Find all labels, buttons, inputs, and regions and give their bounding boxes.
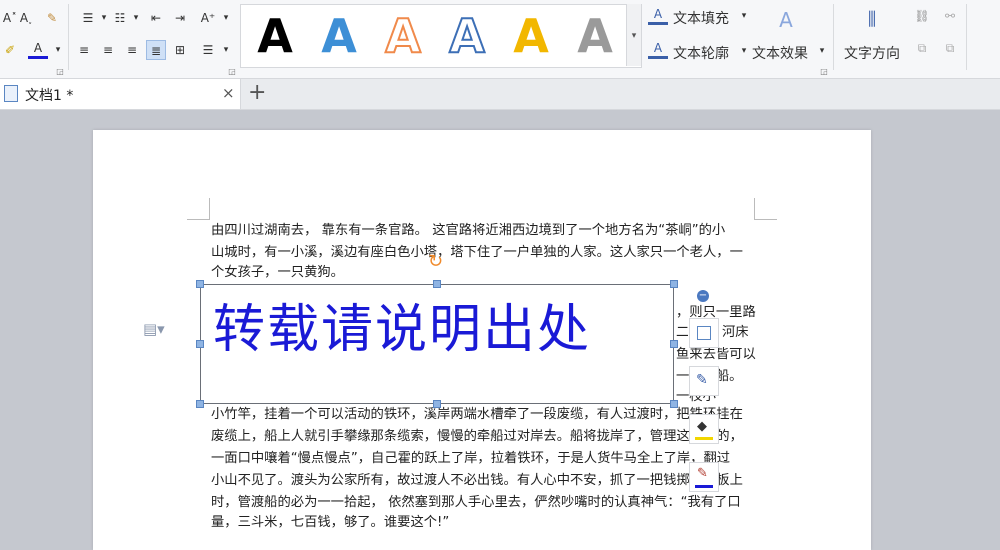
text-outline-icon[interactable]: A (648, 40, 668, 59)
document-tab-title: 文档1 * (25, 88, 74, 104)
align-right-icon[interactable]: ≡ (122, 40, 142, 60)
resize-handle-top[interactable] (433, 280, 441, 288)
wordart-style-solid-gold[interactable]: A (503, 11, 559, 61)
text-line[interactable]: 量，三斗米，七百钱，够了。谁要这个!” (211, 512, 756, 534)
highlight-icon[interactable]: ✐ (0, 40, 20, 60)
gallery-more-button[interactable]: ▾ (626, 4, 641, 66)
chevron-down-icon[interactable]: ▾ (126, 8, 146, 28)
text-line-fragment[interactable]: 河床 (722, 322, 756, 344)
text-fill-icon[interactable]: A (648, 6, 668, 25)
clear-format-icon[interactable]: ✎ (42, 8, 62, 28)
pencil-icon: ✎ (697, 466, 708, 481)
edit-shape-button[interactable]: ✎ (689, 366, 719, 396)
wordart-style-solid-black[interactable]: A (247, 11, 303, 61)
text-direction-icon[interactable]: ⫼ (862, 10, 882, 30)
rotate-handle-icon[interactable]: ↻ (428, 253, 443, 271)
decrease-indent-icon[interactable]: ⇤ (146, 8, 166, 28)
layout-icon (697, 326, 711, 340)
fill-color-bar (695, 437, 713, 440)
chevron-down-icon[interactable]: ▾ (734, 6, 754, 26)
backward-icon[interactable]: ⧉ (940, 38, 960, 58)
resize-handle-bottom-left[interactable] (196, 400, 204, 408)
resize-handle-right[interactable] (670, 340, 678, 348)
fill-button[interactable]: ◆ (689, 414, 719, 444)
wordart-style-gallery: A A A A A A (240, 4, 642, 68)
text-line[interactable]: 时，管渡船的必为一一拾起， 依然塞到那人手心里去，俨然吵嘴时的认真神气：“我有了… (211, 492, 756, 514)
document-icon (4, 85, 18, 102)
chevron-down-icon[interactable]: ▾ (216, 40, 236, 60)
text-effect-icon[interactable]: A (776, 10, 796, 30)
separator (833, 4, 834, 70)
separator (68, 4, 69, 70)
resize-handle-top-right[interactable] (670, 280, 678, 288)
wordart-style-solid-blue[interactable]: A (311, 11, 367, 61)
separator (966, 4, 967, 70)
text-effect-button[interactable]: 文本效果 (752, 43, 808, 63)
link-icon[interactable]: ⛓ (912, 6, 932, 26)
justify-icon[interactable]: ≣ (146, 40, 166, 60)
wordart-text[interactable]: 转载请说明出处 (213, 295, 591, 365)
line-spacing-icon[interactable]: ☰ (198, 40, 218, 60)
pen-icon: ✎ (696, 372, 708, 388)
font-color-icon[interactable]: A (28, 40, 48, 59)
align-center-icon[interactable]: ≡ (98, 40, 118, 60)
text-line[interactable]: 废缆上，船上人就引手攀缘那条缆索，慢慢的牵船过对岸去。船将拢岸了，管理这渡船的， (211, 426, 756, 448)
increase-indent-icon[interactable]: ⇥ (170, 8, 190, 28)
text-line[interactable]: 山城时，有一小溪，溪边有座白色小塔，塔下住了一户单独的人家。这人家只一个老人，一 (211, 242, 756, 264)
wordart-style-gradient-gray[interactable]: A (567, 11, 623, 61)
subscript-icon[interactable]: A˯ (16, 8, 36, 28)
document-tab-bar: 文档1 * × + (0, 79, 1000, 110)
text-fill-button[interactable]: 文本填充 (673, 8, 729, 28)
chevron-down-icon[interactable]: ▾ (734, 41, 754, 61)
margin-mark (754, 198, 755, 220)
unlink-icon[interactable]: ⚯ (940, 6, 960, 26)
align-left-icon[interactable]: ≡ (74, 40, 94, 60)
resize-handle-top-left[interactable] (196, 280, 204, 288)
resize-handle-bottom[interactable] (433, 400, 441, 408)
ribbon-toolbar: A˟ A˯ ✎ ✐ A ▾ ◲ ☰ ▾ ☷ ▾ ⇤ ⇥ A⁺ ▾ ≡ ≡ ≡ ≣… (0, 0, 1000, 79)
distribute-icon[interactable]: ⊞ (170, 40, 190, 60)
resize-handle-left[interactable] (196, 340, 204, 348)
collapse-icon[interactable]: − (697, 290, 709, 302)
chevron-down-icon[interactable]: ▾ (48, 40, 68, 60)
margin-mark (209, 198, 210, 220)
text-line[interactable]: 一面口中嚷着“慢点慢点”，自己霍的跃上了岸，拉着铁环，于是人货牛马全上了岸，翻过 (211, 448, 756, 470)
outline-button[interactable]: ✎ (689, 462, 719, 492)
wordart-style-outline-blue[interactable]: A (439, 10, 495, 62)
resize-handle-bottom-right[interactable] (670, 400, 678, 408)
text-outline-button[interactable]: 文本轮廓 (673, 43, 729, 63)
char-scale-icon[interactable]: A⁺ (198, 8, 218, 28)
margin-mark (754, 219, 777, 220)
wordart-style-outline-orange[interactable]: A (375, 10, 431, 62)
layout-options-button[interactable] (689, 318, 719, 348)
chevron-down-icon[interactable]: ▾ (812, 41, 832, 61)
wordart-textbox[interactable]: 转载请说明出处 (200, 284, 674, 404)
chevron-down-icon[interactable]: ▾ (216, 8, 236, 28)
paint-bucket-icon: ◆ (697, 419, 707, 434)
new-tab-button[interactable]: + (248, 80, 266, 105)
paragraph-layout-icon[interactable]: ▤▾ (143, 320, 165, 338)
outline-color-bar (695, 485, 713, 488)
text-line[interactable]: 由四川过湖南去， 靠东有一条官路。 这官路将近湘西边境到了一个地方名为“茶峒”的… (211, 220, 756, 242)
text-line[interactable]: 小山不见了。渡头为公家所有，故过渡人不必出钱。有人心中不安，抓了一把钱掷到船板上 (211, 470, 756, 492)
forward-icon[interactable]: ⧉ (912, 38, 932, 58)
margin-mark (187, 219, 210, 220)
document-tab[interactable]: 文档1 * × (0, 79, 241, 109)
text-direction-button[interactable]: 文字方向 (844, 43, 900, 63)
close-icon[interactable]: × (222, 84, 235, 102)
